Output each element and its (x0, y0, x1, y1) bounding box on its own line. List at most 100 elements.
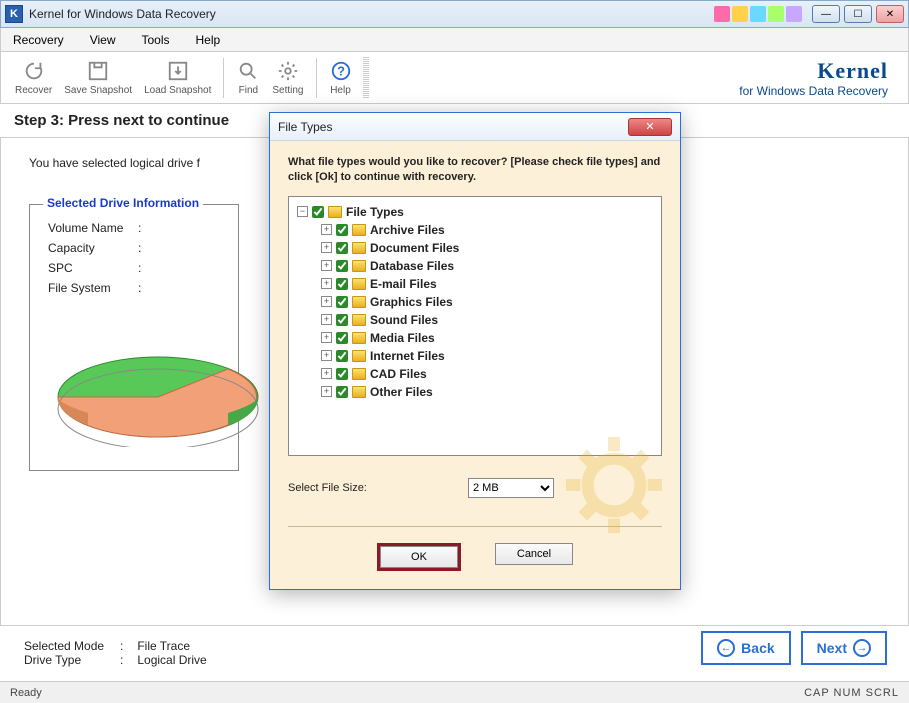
dialog-body: What file types would you like to recove… (270, 141, 680, 589)
tree-item[interactable]: +Document Files (321, 239, 653, 257)
menu-recovery[interactable]: Recovery (9, 30, 68, 50)
tree-checkbox[interactable] (336, 350, 348, 362)
folder-icon (352, 278, 366, 290)
expand-icon[interactable]: + (321, 368, 332, 379)
toolbar-separator (223, 58, 224, 98)
file-types-tree[interactable]: − File Types + Archive Files +Document Fil… (288, 196, 662, 456)
folder-icon (352, 368, 366, 380)
window-title: Kernel for Windows Data Recovery (29, 7, 714, 21)
find-icon (236, 59, 260, 83)
folder-icon (352, 350, 366, 362)
nav-buttons: ← Back Next → (701, 631, 887, 665)
tree-item[interactable]: + Other Files (321, 383, 653, 401)
save-snapshot-button[interactable]: Save Snapshot (58, 54, 138, 102)
save-snapshot-icon (86, 59, 110, 83)
tree-item[interactable]: + Archive Files (321, 221, 653, 239)
ok-button[interactable]: OK (380, 546, 458, 568)
tree-root[interactable]: − File Types (297, 203, 653, 221)
fieldset-row: Capacity: (48, 241, 220, 255)
close-button[interactable]: ✕ (876, 5, 904, 23)
tree-item[interactable]: + Sound Files (321, 311, 653, 329)
drive-info-fieldset: Volume Name: Capacity: SPC: File System: (29, 204, 239, 471)
recover-icon (22, 59, 46, 83)
tree-checkbox[interactable] (336, 224, 348, 236)
title-bar: K Kernel for Windows Data Recovery — ☐ ✕ (0, 0, 909, 28)
tree-item-label: CAD Files (370, 367, 427, 381)
folder-icon (352, 260, 366, 272)
tree-item[interactable]: + CAD Files (321, 365, 653, 383)
expand-icon[interactable]: + (321, 332, 332, 343)
file-types-dialog: File Types ✕ What file types would you l… (269, 112, 681, 590)
help-button[interactable]: ? Help (323, 54, 359, 102)
arrow-left-icon: ← (717, 639, 735, 657)
expand-icon[interactable]: + (321, 350, 332, 361)
expand-icon[interactable]: + (321, 260, 332, 271)
expand-icon[interactable]: + (321, 386, 332, 397)
help-icon: ? (329, 59, 353, 83)
dialog-title-bar[interactable]: File Types ✕ (270, 113, 680, 141)
file-size-select[interactable]: 2 MB (468, 478, 554, 498)
tree-checkbox[interactable] (336, 260, 348, 272)
app-icon: K (5, 5, 23, 23)
window-controls: — ☐ ✕ (812, 5, 904, 23)
fieldset-title: Selected Drive Information (43, 196, 203, 210)
tree-item-label: E-mail Files (370, 277, 437, 291)
titlebar-decoration (714, 6, 802, 22)
folder-icon (352, 224, 366, 236)
next-button[interactable]: Next → (801, 631, 887, 665)
folder-icon (352, 332, 366, 344)
tree-item-label: Graphics Files (370, 295, 453, 309)
load-snapshot-button[interactable]: Load Snapshot (138, 54, 217, 102)
tree-checkbox[interactable] (312, 206, 324, 218)
dialog-close-button[interactable]: ✕ (628, 118, 672, 136)
tree-item[interactable]: +Database Files (321, 257, 653, 275)
status-bar: Ready CAP NUM SCRL (0, 681, 909, 703)
collapse-icon[interactable]: − (297, 206, 308, 217)
maximize-button[interactable]: ☐ (844, 5, 872, 23)
tree-checkbox[interactable] (336, 332, 348, 344)
tree-item[interactable]: + E-mail Files (321, 275, 653, 293)
expand-icon[interactable]: + (321, 314, 332, 325)
toolbar-grip[interactable] (363, 57, 369, 99)
dialog-prompt: What file types would you like to recove… (288, 155, 662, 186)
file-size-label: Select File Size: (288, 482, 468, 494)
tree-item-label: Internet Files (370, 349, 445, 363)
setting-button[interactable]: Setting (266, 54, 309, 102)
recover-button[interactable]: Recover (9, 54, 58, 102)
menu-view[interactable]: View (86, 30, 120, 50)
menu-tools[interactable]: Tools (137, 30, 173, 50)
tree-item[interactable]: +Media Files (321, 329, 653, 347)
tree-item-label: Archive Files (370, 223, 445, 237)
toolbar: Recover Save Snapshot Load Snapshot Find… (0, 52, 909, 104)
tree-item[interactable]: + Internet Files (321, 347, 653, 365)
tree-checkbox[interactable] (336, 296, 348, 308)
brand-logo: Kernel for Windows Data Recovery (739, 58, 900, 98)
tree-item[interactable]: + Graphics Files (321, 293, 653, 311)
tree-item-label: Other Files (370, 385, 433, 399)
status-ready: Ready (10, 687, 42, 699)
cancel-button[interactable]: Cancel (495, 543, 573, 565)
expand-icon[interactable]: + (321, 224, 332, 235)
back-button[interactable]: ← Back (701, 631, 790, 665)
tree-checkbox[interactable] (336, 242, 348, 254)
load-snapshot-icon (166, 59, 190, 83)
tree-checkbox[interactable] (336, 386, 348, 398)
fieldset-row: SPC: (48, 261, 220, 275)
ok-highlight: OK (377, 543, 461, 571)
expand-icon[interactable]: + (321, 278, 332, 289)
menu-help[interactable]: Help (192, 30, 225, 50)
fieldset-row: Volume Name: (48, 221, 220, 235)
minimize-button[interactable]: — (812, 5, 840, 23)
pie-chart (48, 327, 288, 447)
gear-icon (276, 59, 300, 83)
find-button[interactable]: Find (230, 54, 266, 102)
expand-icon[interactable]: + (321, 296, 332, 307)
tree-item-label: Sound Files (370, 313, 438, 327)
tree-checkbox[interactable] (336, 368, 348, 380)
tree-checkbox[interactable] (336, 314, 348, 326)
folder-icon (328, 206, 342, 218)
fieldset-row: File System: (48, 281, 220, 295)
toolbar-separator (316, 58, 317, 98)
expand-icon[interactable]: + (321, 242, 332, 253)
tree-checkbox[interactable] (336, 278, 348, 290)
